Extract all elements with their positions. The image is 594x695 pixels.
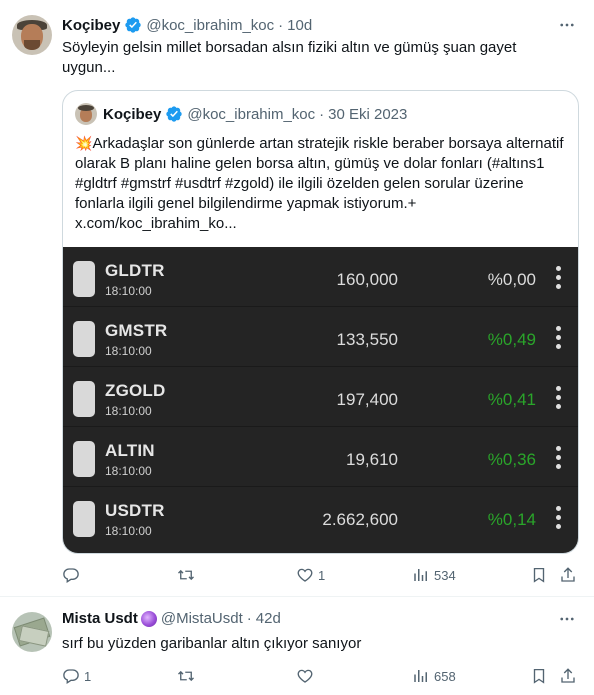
more-options-icon[interactable] [556,608,578,630]
ticker-chip [73,261,95,297]
ticker-price: 133,550 [336,330,398,349]
tweet-actions: 1 658 [62,667,582,687]
tweet-1[interactable]: Koçibey @koc_ibrahim_koc · 10d Söyleyin … [0,0,594,597]
views-count: 534 [434,567,456,583]
author-name[interactable]: Mista Usdt [62,610,138,627]
quoted-author-handle: @koc_ibrahim_koc [187,105,316,123]
ticker-image[interactable]: GLDTR 18:10:00 160,000 %0,00 GMSTR 18:10… [63,247,578,553]
ticker-row: ALTIN 18:10:00 19,610 %0,36 [63,427,578,487]
share-button[interactable] [559,667,577,685]
separator-dot: · [246,610,252,627]
bookmark-icon [533,567,545,583]
views-button[interactable]: 534 [412,566,456,584]
tweet-actions: 1 534 [62,566,582,586]
ticker-row: GMSTR 18:10:00 133,550 %0,49 [63,307,578,367]
views-button[interactable]: 658 [412,667,456,685]
share-icon [561,567,575,582]
separator-dot: · [278,16,284,34]
ticker-symbol: GMSTR [105,321,168,340]
avatar[interactable] [12,612,52,652]
reply-button[interactable] [62,566,84,584]
ticker-change: %0,36 [487,450,536,469]
ticker-price: 19,610 [346,450,398,469]
ticker-symbol: GLDTR [105,261,165,280]
ticker-price: 197,400 [336,390,398,409]
quoted-tweet-text: 💥Arkadaşlar son günlerde artan stratejik… [75,133,567,234]
ticker-price: 160,000 [336,270,398,289]
author-handle[interactable]: @koc_ibrahim_koc [146,17,274,34]
bookmark-button[interactable] [530,667,548,685]
purple-orb-icon [140,610,157,627]
avatar[interactable] [12,15,52,55]
views-icon [414,569,427,581]
views-count: 658 [434,668,456,684]
ticker-symbol: ALTIN [105,441,155,460]
quoted-author-name: Koçibey [103,105,162,123]
ticker-chip [73,321,95,357]
reply-count: 1 [84,668,92,684]
ticker-time: 18:10:00 [105,464,152,478]
ticker-symbol: USDTR [105,501,165,520]
ticker-chip [73,441,95,477]
ticker-change: %0,49 [487,330,536,349]
kebab-menu-icon [554,386,564,410]
author-handle[interactable]: @MistaUsdt [161,610,243,627]
ticker-chip [73,381,95,417]
share-button[interactable] [559,566,577,584]
like-count: 1 [318,567,326,583]
quoted-date: 30 Eki 2023 [328,105,408,123]
retweet-button[interactable] [177,667,199,685]
kebab-menu-icon [554,326,564,350]
quoted-avatar [75,103,97,125]
ticker-change: %0,41 [487,390,536,409]
heart-icon [297,568,313,582]
ticker-time: 18:10:00 [105,404,152,418]
tweet-header: Mista Usdt @MistaUsdt · 42d [62,610,281,627]
verified-badge-icon [124,16,142,34]
ticker-time: 18:10:00 [105,524,152,538]
kebab-menu-icon [554,506,564,530]
more-options-icon[interactable] [556,14,578,36]
ticker-price: 2.662,600 [322,510,398,529]
tweet-text: Söyleyin gelsin millet borsadan alsın fi… [62,39,517,76]
retweet-icon [178,670,194,682]
ticker-change: %0,14 [487,510,536,529]
ticker-symbol: ZGOLD [105,381,166,400]
reply-button[interactable]: 1 [62,667,91,685]
author-name[interactable]: Koçibey [62,17,120,34]
heart-icon [297,669,313,683]
retweet-button[interactable] [177,566,199,584]
tweet-text: sırf bu yüzden garibanlar altın çıkıyor … [62,635,362,652]
retweet-icon [178,569,194,581]
tweet-time[interactable]: 10d [287,17,312,34]
ticker-time: 18:10:00 [105,344,152,358]
ticker-row: GLDTR 18:10:00 160,000 %0,00 [63,247,578,307]
kebab-menu-icon [554,266,564,290]
ticker-time: 18:10:00 [105,284,152,298]
views-icon [414,670,427,682]
ticker-row: ZGOLD 18:10:00 197,400 %0,41 [63,367,578,427]
ticker-row: USDTR 18:10:00 2.662,600 %0,14 [63,487,578,547]
ticker-chip [73,501,95,537]
separator-dot: · [319,105,325,123]
share-icon [561,668,575,683]
verified-badge-icon [165,105,183,123]
like-button[interactable] [296,667,318,685]
reply-icon [63,669,79,685]
tweet-header: Koçibey @koc_ibrahim_koc · 10d [62,16,312,34]
quoted-tweet[interactable]: Koçibey @koc_ibrahim_koc · 30 Eki 2023 💥… [62,90,579,554]
quoted-text-body: Arkadaşlar son günlerde artan stratejik … [75,135,564,232]
like-button[interactable]: 1 [296,566,325,584]
reply-icon [63,568,79,584]
collision-emoji-icon: 💥 [75,135,93,151]
kebab-menu-icon [554,446,564,470]
quoted-tweet-header: Koçibey @koc_ibrahim_koc · 30 Eki 2023 [75,103,407,125]
bookmark-button[interactable] [530,566,548,584]
bookmark-icon [533,668,545,684]
ticker-change: %0,00 [487,270,536,289]
tweet-time[interactable]: 42d [256,610,281,627]
